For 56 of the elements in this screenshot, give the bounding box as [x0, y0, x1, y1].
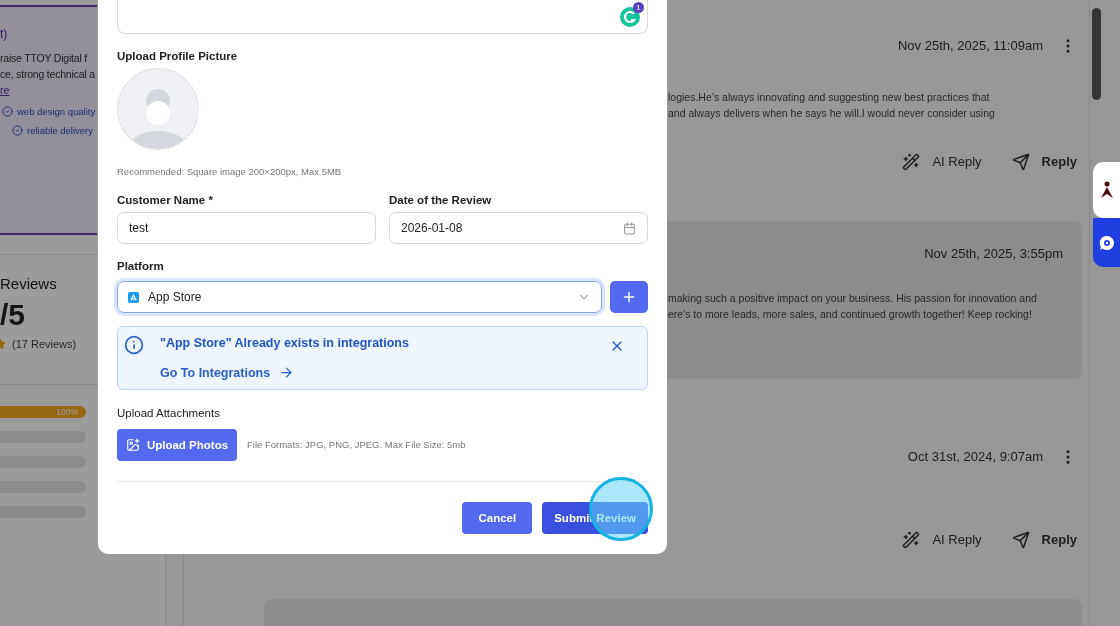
add-platform-button[interactable] [610, 281, 648, 313]
reply-button[interactable]: Reply [1011, 152, 1077, 172]
reply-text: ere's to more leads, more sales, and continued growth together! Keep rocking! [668, 307, 1033, 322]
scrollbar-thumb[interactable] [1092, 8, 1101, 100]
card-title: t) [0, 26, 9, 42]
field-label: Upload Attachments [117, 406, 221, 421]
reply-text: making such a positive impact on your business. His passion for innovation and [668, 291, 1038, 306]
plus-icon [621, 289, 637, 305]
reply-button[interactable]: Reply [1011, 530, 1077, 550]
tag-text: reliable delivery [12, 125, 97, 136]
average-score: /5 [0, 298, 26, 332]
notification-badge: 1 [633, 2, 644, 13]
percent-label: 100% [56, 407, 79, 417]
reviews-heading: Reviews [0, 274, 57, 294]
magic-wand-icon [902, 531, 921, 549]
text-field[interactable]: test [117, 212, 376, 244]
check-circle-icon [12, 125, 23, 136]
field-label: Upload Profile Picture [117, 49, 239, 64]
review-count: (17 Reviews) [12, 338, 77, 350]
magic-wand-icon [902, 153, 921, 171]
read-more-link[interactable]: re [0, 82, 10, 98]
platform-select[interactable]: App Store [117, 281, 602, 313]
tag-text: web design quality [2, 106, 97, 117]
reply-date: Nov 25th, 2025, 3:55pm [924, 246, 1063, 262]
card-text: raise TTOY Digital f [0, 51, 89, 66]
grammar-assistant-icon[interactable] [619, 6, 641, 28]
chat-widget-tab[interactable] [1093, 218, 1120, 267]
field-label: Date of the Review [389, 193, 493, 208]
field-label: Customer Name * [117, 193, 214, 208]
chat-gear-icon [1098, 234, 1115, 251]
integrations-link[interactable]: Go To Integrations [160, 365, 295, 380]
card-text: ce, strong technical a [0, 67, 96, 82]
review-text: and always delivers when he says he will.I would never consider using [668, 106, 996, 121]
review-text: logies.He’s always innovating and suggesting new best practices that [668, 90, 991, 105]
image-hint: Recommended: Square image 200×200px, Max 5MB [117, 166, 343, 178]
upload-photos-button[interactable]: Upload Photos [117, 429, 237, 461]
alert-message: "App Store" Already exists in integrations [160, 335, 410, 352]
arrow-right-icon [279, 365, 295, 380]
widget-tab[interactable] [1093, 162, 1120, 218]
review-date: Nov 25th, 2025, 11:09am [897, 38, 1043, 54]
ai-reply-button[interactable]: AI Reply [902, 530, 982, 550]
calendar-icon[interactable] [623, 221, 636, 235]
app-store-icon [128, 291, 139, 303]
field-label: Platform [117, 259, 165, 274]
send-icon [1011, 153, 1030, 171]
info-icon [124, 335, 144, 355]
cancel-button[interactable]: Cancel [462, 502, 533, 534]
send-icon [1011, 531, 1030, 549]
review-date: Oct 31st, 2024, 9:07am [907, 449, 1043, 465]
figure-logo-icon [1099, 181, 1114, 199]
file-format-hint: File Formats: JPG, PNG, JPEG. Max File Size: 5mb [247, 439, 466, 451]
date-field[interactable]: 2026-01-08 [389, 212, 648, 244]
description-field[interactable]: 1 [117, 0, 648, 34]
image-plus-icon [125, 438, 140, 452]
ai-reply-button[interactable]: AI Reply [902, 152, 982, 172]
check-circle-icon [2, 106, 13, 117]
